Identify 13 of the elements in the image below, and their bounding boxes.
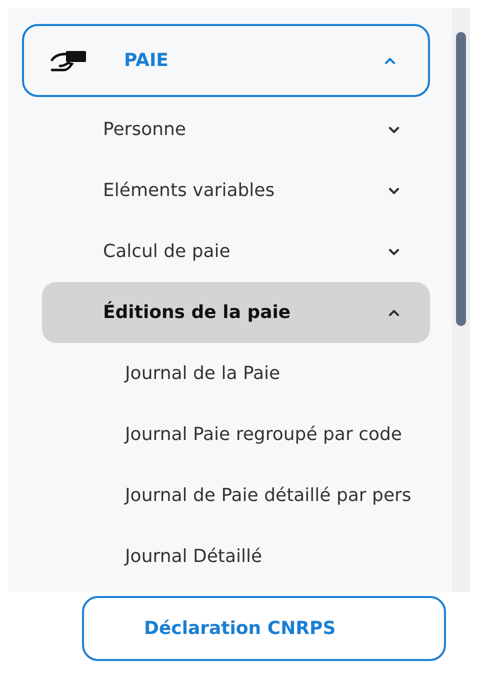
menu-item[interactable]: Personne bbox=[42, 99, 430, 160]
submenu-item[interactable]: Journal Paie regroupé par code bbox=[8, 404, 452, 465]
submenu-item[interactable]: Journal Détaillé bbox=[8, 526, 452, 587]
scrollbar-thumb[interactable] bbox=[456, 32, 466, 326]
submenu-item[interactable]: Journal de la Paie bbox=[8, 343, 452, 404]
submenu-item[interactable]: Déclaration CNRPS bbox=[82, 596, 446, 661]
menu-item[interactable]: Calcul de paie bbox=[42, 221, 430, 282]
menu-item[interactable]: Éditions de la paie bbox=[42, 282, 430, 343]
hand-card-icon bbox=[50, 50, 88, 72]
menu-item[interactable]: Eléments variables bbox=[42, 160, 430, 221]
submenu-item[interactable]: Journal de Paie détaillé par pers bbox=[8, 465, 452, 526]
menu-header[interactable]: PAIE bbox=[22, 24, 430, 97]
scrollbar[interactable] bbox=[452, 8, 470, 592]
